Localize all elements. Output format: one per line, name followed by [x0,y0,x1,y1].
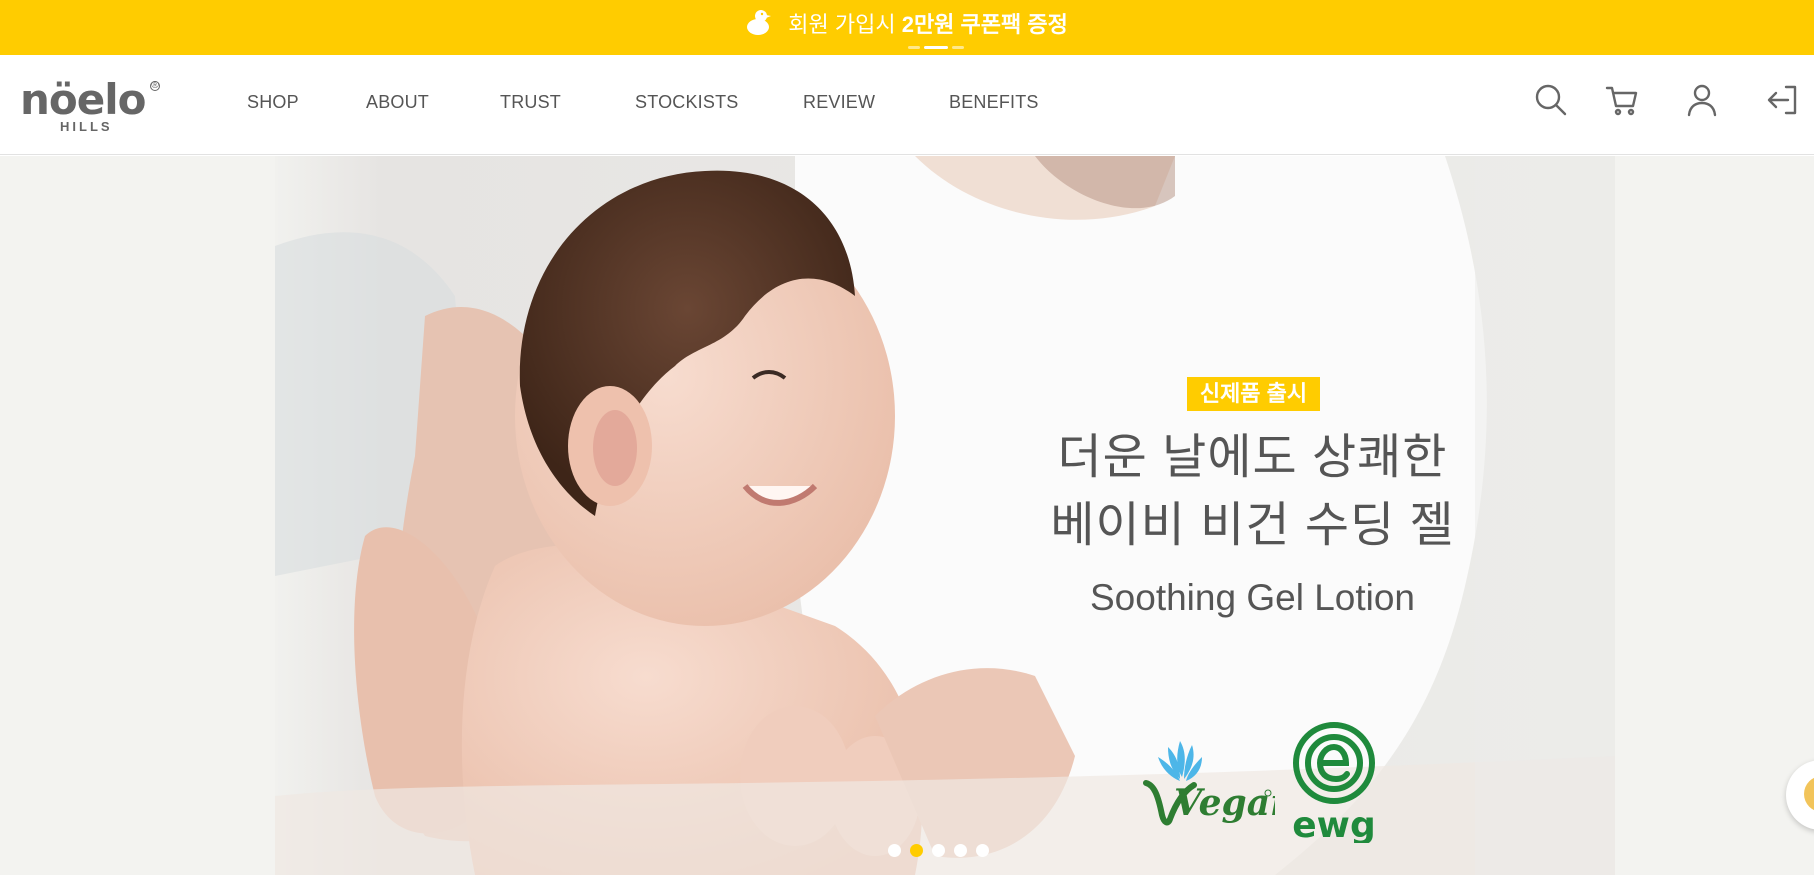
promo-dot[interactable] [952,46,964,49]
cart-icon[interactable] [1604,82,1640,118]
logo-text: nöelo [20,75,147,124]
user-icon[interactable] [1684,82,1720,118]
duck-icon [746,8,772,44]
hero-subline: Soothing Gel Lotion [1089,577,1415,618]
hero-dot-4[interactable] [954,844,967,857]
hero-headline-line2: 베이비 비건 수딩 젤 [1050,499,1455,552]
logo-registered-mark: ® [150,80,160,91]
chat-avatar-icon [1804,776,1814,812]
hero-dot-3[interactable] [932,844,945,857]
logo-subtext: HILLS [60,119,113,134]
logo[interactable]: nöelo ® HILLS [20,79,165,135]
promo-dot-active[interactable] [924,46,948,49]
chat-button[interactable] [1786,760,1814,830]
hero-headline-line1: 더운 날에도 상쾌한 [1057,431,1448,484]
promo-pagination [908,46,964,50]
ewg-logo: ewg [1290,721,1378,846]
promo-text: 회원 가입시 2만원 쿠폰팩 증정 [0,8,1814,44]
nav-about[interactable]: ABOUT [366,92,429,113]
site-header: nöelo ® HILLS SHOP ABOUT TRUST STOCKISTS… [0,55,1814,155]
nav-shop[interactable]: SHOP [247,92,299,113]
promo-text-bold: 2만원 쿠폰팩 증정 [901,11,1068,37]
new-product-badge: 신제품 출시 [1187,377,1320,411]
hero-dot-5[interactable] [976,844,989,857]
hero-pagination [888,844,989,857]
vegan-logo: Vegan [1140,733,1296,833]
nav-stockists[interactable]: STOCKISTS [635,92,739,113]
promo-banner[interactable]: 회원 가입시 2만원 쿠폰팩 증정 [0,0,1814,55]
search-icon[interactable] [1533,82,1569,118]
hero-dot-1[interactable] [888,844,901,857]
hero-dot-2-active[interactable] [910,844,923,857]
nav-trust[interactable]: TRUST [500,92,561,113]
ewg-logo-text: ewg [1292,805,1375,843]
nav-review[interactable]: REVIEW [803,92,875,113]
logout-icon[interactable] [1764,82,1800,118]
promo-text-regular: 회원 가입시 [788,11,902,37]
hero-banner[interactable]: 신제품 출시 더운 날에도 상쾌한 베이비 비건 수딩 젤 Soothing G… [0,156,1814,875]
hero-headline: 더운 날에도 상쾌한 베이비 비건 수딩 젤 [1020,424,1485,560]
promo-dot[interactable] [908,46,920,49]
vegan-logo-text: Vegan [1174,782,1275,824]
nav-benefits[interactable]: BENEFITS [949,92,1039,113]
